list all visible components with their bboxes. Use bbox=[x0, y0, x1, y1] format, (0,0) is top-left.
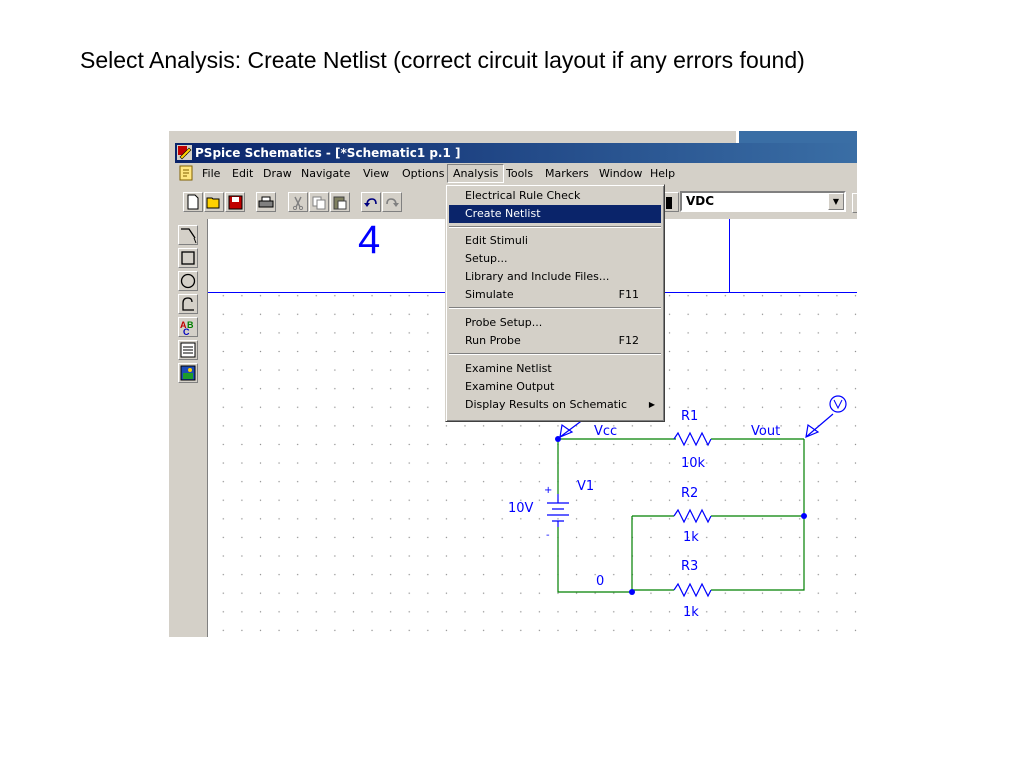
print-button[interactable] bbox=[256, 192, 276, 212]
menu-markers[interactable]: Markers bbox=[540, 165, 594, 182]
schematic-canvas[interactable]: 4 Vcc Vout 0 R1 10k R2 1k R3 1k V1 10V +… bbox=[208, 184, 857, 637]
textbox-icon bbox=[180, 342, 196, 358]
menu-navigate[interactable]: Navigate bbox=[296, 165, 355, 182]
menu-view[interactable]: View bbox=[358, 165, 394, 182]
wire-r2-left bbox=[631, 515, 674, 591]
draw-circle-button[interactable] bbox=[178, 271, 198, 291]
menu-separator bbox=[449, 307, 661, 309]
save-icon bbox=[228, 195, 242, 210]
paste-icon bbox=[333, 196, 347, 210]
v1-value[interactable]: 10V bbox=[508, 501, 533, 516]
node-vout bbox=[801, 513, 807, 519]
resistor-r1 bbox=[673, 431, 712, 447]
voltage-probe-icon bbox=[829, 395, 847, 413]
copy-icon bbox=[312, 196, 326, 210]
circle-icon bbox=[180, 273, 196, 289]
box-icon bbox=[181, 251, 195, 265]
v1-plus: + bbox=[544, 485, 553, 496]
desktop-strip bbox=[736, 131, 857, 143]
text-icon: A BC bbox=[180, 320, 194, 337]
menu-draw[interactable]: Draw bbox=[258, 165, 297, 182]
menu-item-probe-setup[interactable]: Probe Setup... bbox=[449, 314, 661, 332]
new-button[interactable] bbox=[183, 192, 203, 212]
menu-file[interactable]: File bbox=[197, 165, 225, 182]
open-icon bbox=[206, 197, 220, 209]
menu-analysis[interactable]: Analysis bbox=[447, 164, 505, 183]
new-icon bbox=[187, 194, 199, 210]
v1-name[interactable]: V1 bbox=[577, 479, 594, 494]
part-name-value: VDC bbox=[686, 194, 715, 208]
wire-vout-right bbox=[711, 439, 805, 591]
draw-text-button[interactable]: ABC bbox=[178, 317, 198, 337]
save-button[interactable] bbox=[225, 192, 245, 212]
menu-item-create-netlist[interactable]: Create Netlist bbox=[449, 205, 661, 223]
open-button[interactable] bbox=[204, 192, 224, 212]
r1-value[interactable]: 10k bbox=[681, 456, 705, 471]
menu-item-electrical-rule-check[interactable]: Electrical Rule Check bbox=[449, 187, 661, 205]
net-label-vcc[interactable]: Vcc bbox=[594, 424, 617, 439]
toolbar-overflow-button[interactable] bbox=[852, 193, 857, 213]
redo-button[interactable] bbox=[382, 192, 402, 212]
menu-item-display-results-on-schematic[interactable]: Display Results on Schematic ▶ bbox=[449, 396, 661, 414]
net-label-ground[interactable]: 0 bbox=[596, 574, 604, 589]
vout-flag bbox=[805, 413, 834, 438]
document-icon[interactable] bbox=[179, 165, 193, 181]
r3-name[interactable]: R3 bbox=[681, 559, 698, 574]
cut-icon bbox=[292, 196, 304, 211]
menu-bar: File Edit Draw Navigate View Options Ana… bbox=[175, 163, 857, 183]
part-icon bbox=[666, 197, 672, 209]
copy-button[interactable] bbox=[309, 192, 329, 212]
cut-button[interactable] bbox=[288, 192, 308, 212]
svg-text:C: C bbox=[183, 327, 190, 336]
menu-item-run-probe[interactable]: Run Probe F12 bbox=[449, 332, 661, 350]
redo-icon bbox=[386, 198, 399, 207]
draw-wire-button[interactable] bbox=[178, 225, 198, 245]
r1-name[interactable]: R1 bbox=[681, 409, 698, 424]
r2-value[interactable]: 1k bbox=[683, 530, 699, 545]
insert-picture-icon bbox=[180, 365, 196, 381]
pspice-window-screenshot: PSpice Schematics - [*Schematic1 p.1 ] F… bbox=[169, 131, 857, 637]
node-ground bbox=[629, 589, 635, 595]
window-title: PSpice Schematics - [*Schematic1 p.1 ] bbox=[195, 146, 461, 160]
menu-item-edit-stimuli[interactable]: Edit Stimuli bbox=[449, 232, 661, 250]
chevron-down-icon[interactable]: ▼ bbox=[828, 193, 844, 210]
resistor-r3 bbox=[673, 582, 712, 598]
menu-item-setup[interactable]: Setup... bbox=[449, 250, 661, 268]
menu-options[interactable]: Options bbox=[397, 165, 449, 182]
submenu-arrow-icon: ▶ bbox=[648, 400, 655, 409]
draw-textbox-button[interactable] bbox=[178, 340, 198, 360]
menu-tools[interactable]: Tools bbox=[501, 165, 538, 182]
menu-item-examine-output[interactable]: Examine Output bbox=[449, 378, 661, 396]
menu-help[interactable]: Help bbox=[645, 165, 680, 182]
undo-icon bbox=[364, 198, 377, 207]
arc-icon bbox=[182, 297, 194, 311]
menu-item-library-include-files[interactable]: Library and Include Files... bbox=[449, 268, 661, 286]
draw-arc-button[interactable] bbox=[178, 294, 198, 314]
slide-caption: Select Analysis: Create Netlist (correct… bbox=[80, 47, 805, 73]
r2-name[interactable]: R2 bbox=[681, 486, 698, 501]
analysis-menu: Electrical Rule Check Create Netlist Edi… bbox=[445, 184, 665, 422]
menu-separator bbox=[449, 353, 661, 355]
menu-separator bbox=[449, 226, 661, 228]
menu-item-simulate[interactable]: Simulate F11 bbox=[449, 286, 661, 304]
resistor-r2 bbox=[673, 508, 712, 524]
drawing-toolbar: ABC bbox=[169, 219, 208, 637]
menu-window[interactable]: Window bbox=[594, 165, 647, 182]
wire-source-ground bbox=[557, 527, 632, 593]
undo-button[interactable] bbox=[361, 192, 381, 212]
insert-picture-button[interactable] bbox=[178, 363, 198, 383]
paste-button[interactable] bbox=[330, 192, 350, 212]
pspice-icon bbox=[177, 145, 192, 160]
r3-value[interactable]: 1k bbox=[683, 605, 699, 620]
net-label-vout[interactable]: Vout bbox=[751, 424, 780, 439]
wire-icon bbox=[181, 228, 197, 244]
menu-edit[interactable]: Edit bbox=[227, 165, 258, 182]
print-icon bbox=[258, 196, 274, 208]
v1-minus: - bbox=[546, 530, 550, 541]
menu-item-examine-netlist[interactable]: Examine Netlist bbox=[449, 360, 661, 378]
battery-v1 bbox=[547, 494, 569, 527]
part-name-combo[interactable]: VDC ▼ bbox=[680, 191, 846, 212]
draw-box-button[interactable] bbox=[178, 248, 198, 268]
title-bar[interactable]: PSpice Schematics - [*Schematic1 p.1 ] bbox=[175, 143, 857, 163]
